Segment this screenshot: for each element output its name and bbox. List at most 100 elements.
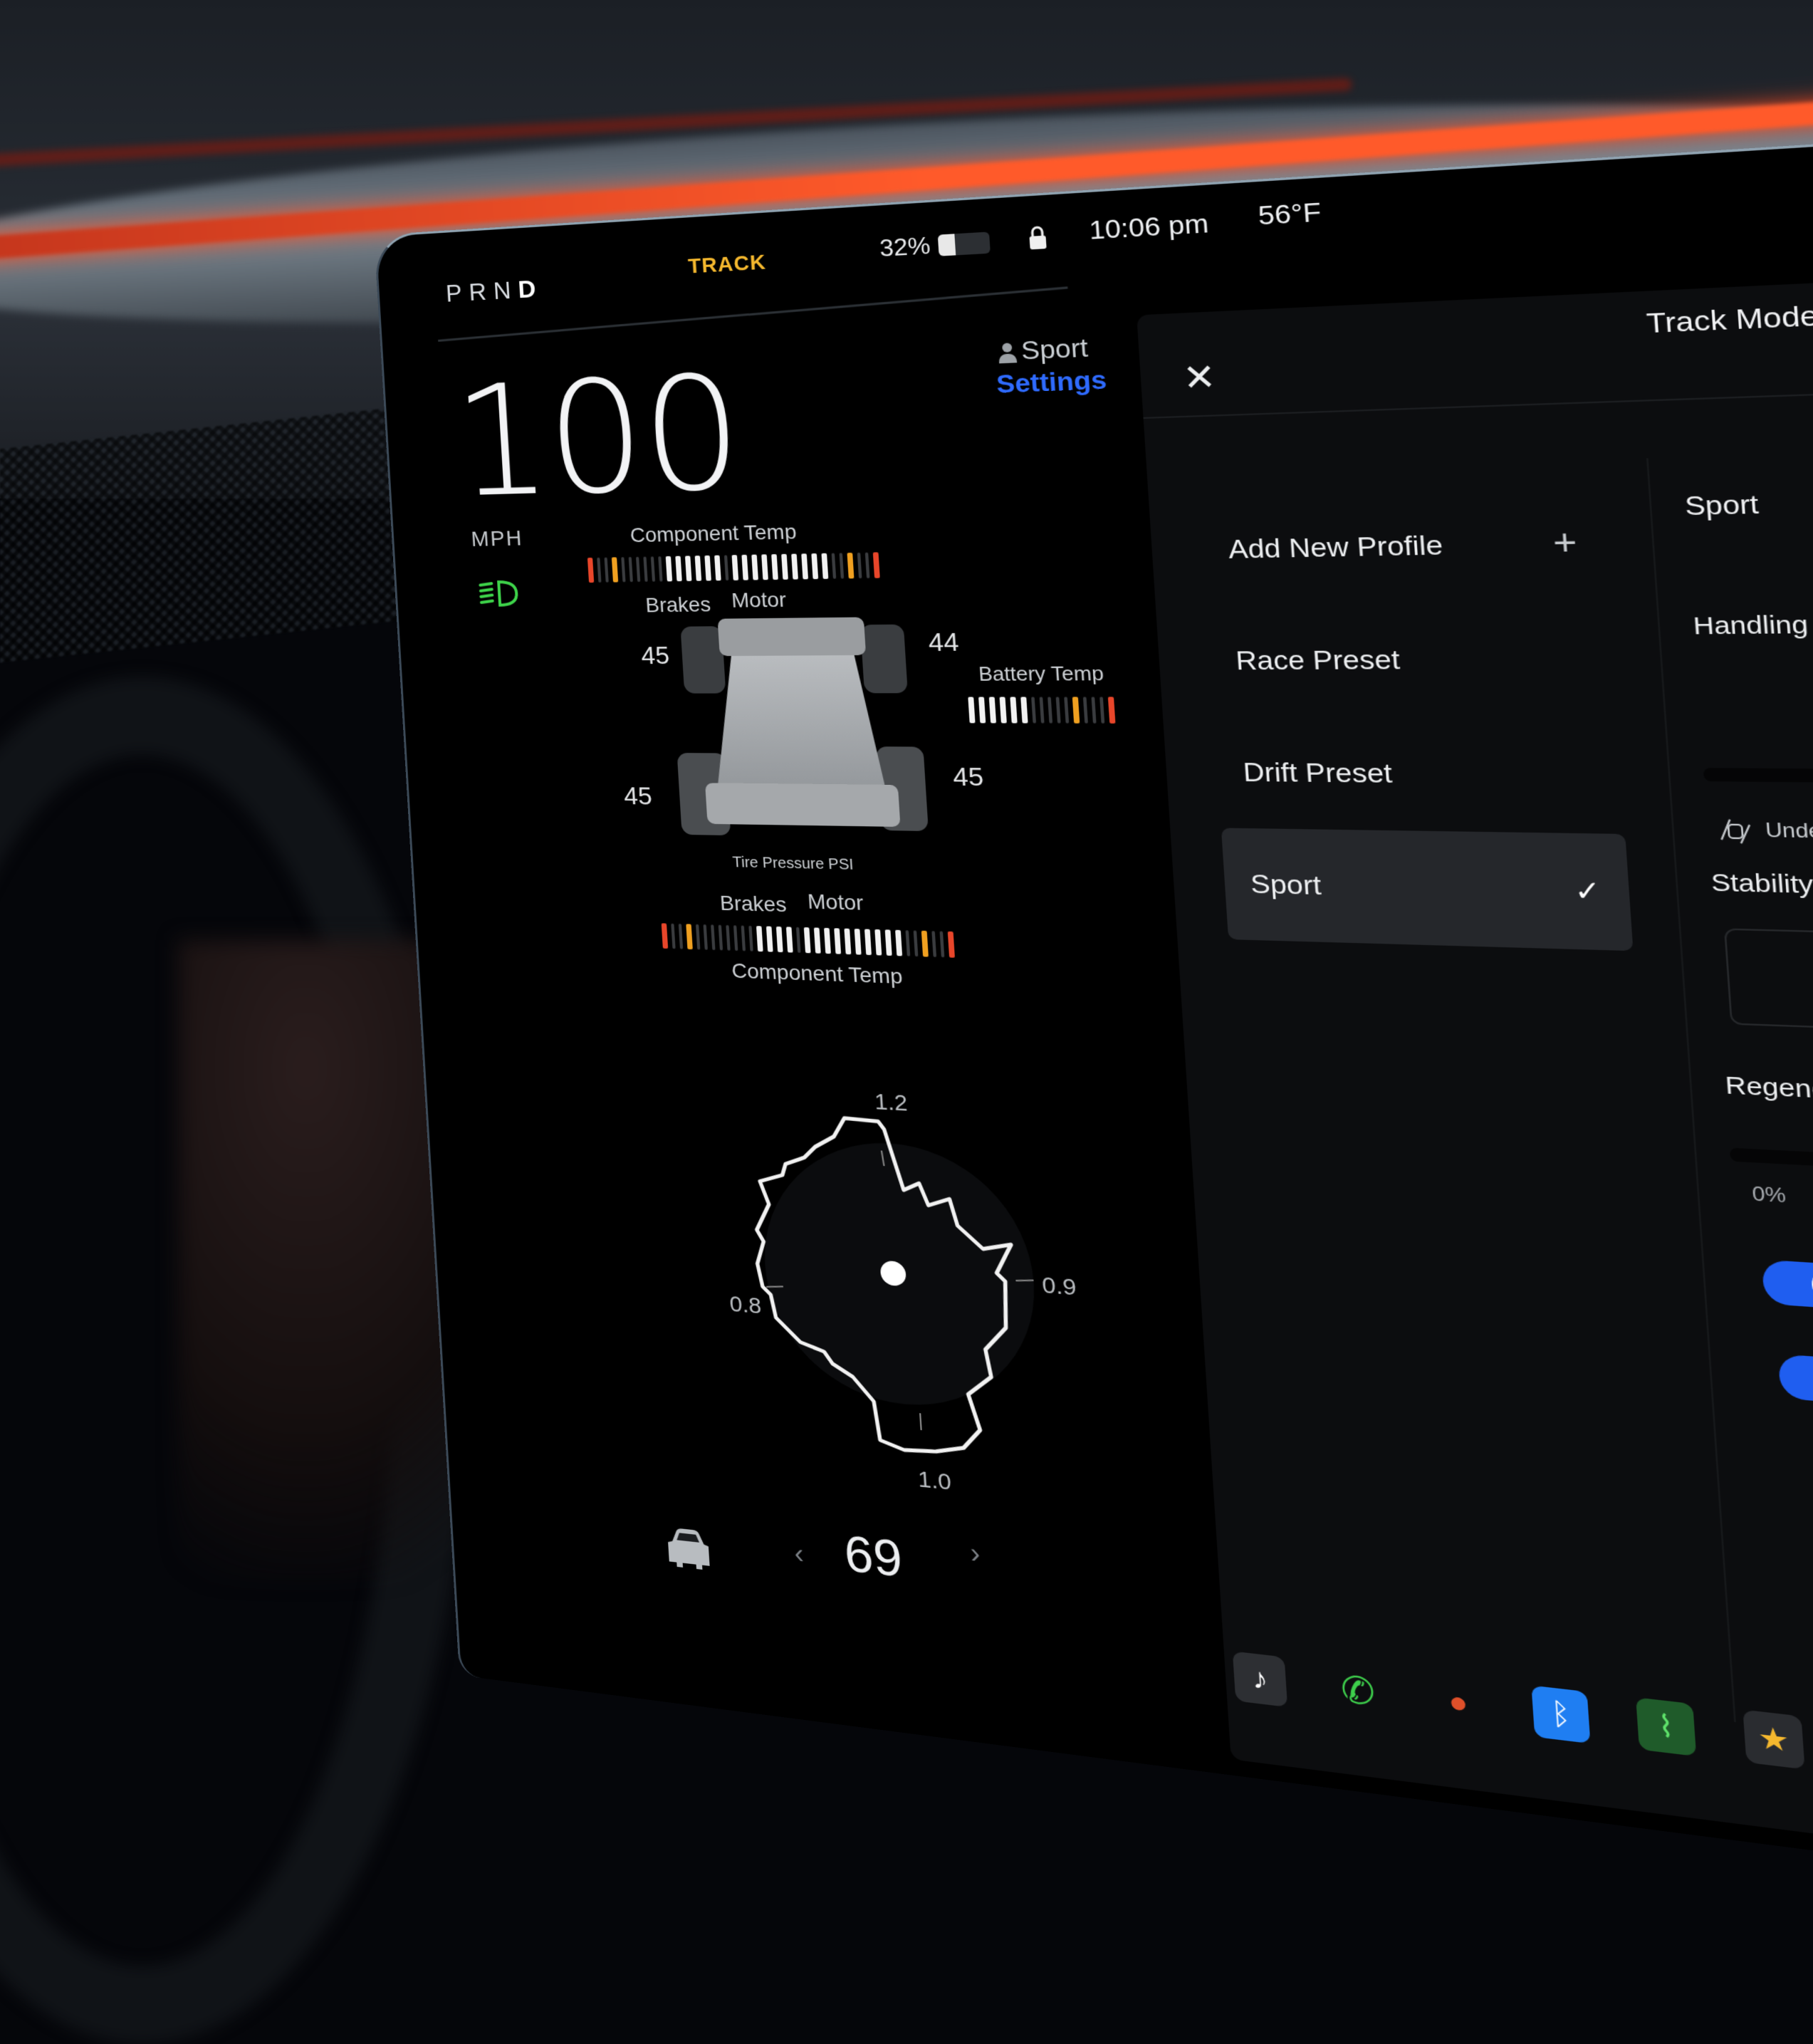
battery-percent: 32% <box>879 231 931 262</box>
temp-tick <box>704 555 711 581</box>
temp-tick <box>1031 697 1037 724</box>
stability-assist-label: Stability Assist <box>1710 869 1813 901</box>
driver-profile[interactable]: Sport <box>998 333 1090 367</box>
temp-tick <box>874 929 882 956</box>
temp-tick <box>844 928 852 955</box>
understeer-indicator: Understeer <box>1716 814 1813 849</box>
component-temp-bar-rear <box>661 923 955 958</box>
regen-braking-slider[interactable] <box>1729 1147 1813 1188</box>
temp-tick <box>864 552 870 579</box>
bluetooth-icon[interactable]: ᛒ <box>1531 1685 1591 1744</box>
profile-race-preset[interactable]: Race Preset <box>1206 600 1617 717</box>
temp-tick <box>968 697 976 724</box>
temp-tick <box>795 927 801 953</box>
detail-profile-name: Sport <box>1683 489 1760 521</box>
temp-tick <box>733 925 738 951</box>
temp-tick <box>947 931 955 958</box>
profile-sport[interactable]: Sport ✓ <box>1221 828 1634 951</box>
battery-temp-title: Battery Temp <box>978 661 1104 686</box>
temp-tick <box>695 924 701 950</box>
car-icon[interactable] <box>661 1523 716 1574</box>
temp-tick <box>611 557 619 583</box>
temp-tick <box>1082 697 1088 724</box>
temp-tick <box>864 929 872 956</box>
temp-tick <box>604 557 609 583</box>
gear-d-active[interactable]: D <box>517 275 543 304</box>
toybox-icon[interactable]: ★ <box>1743 1709 1805 1770</box>
checkmark-icon: ✓ <box>1573 875 1602 908</box>
add-new-profile-button[interactable]: Add New Profile + <box>1199 484 1609 605</box>
g-force-right-label: 0.9 <box>1041 1272 1077 1301</box>
tire-pressure-label: Tire Pressure PSI <box>732 854 855 874</box>
profile-list: Add New Profile + Race Preset Drift Pres… <box>1199 484 1634 951</box>
temp-tick <box>821 553 829 579</box>
temp-tick <box>872 552 880 578</box>
temp-tick <box>1091 697 1097 724</box>
tire-pressure-rear-right: 45 <box>951 762 985 792</box>
tick-bottom <box>920 1413 921 1430</box>
temp-tick <box>621 557 626 583</box>
settings-link[interactable]: Settings <box>996 365 1107 400</box>
temp-tick <box>678 923 684 949</box>
temp-tick <box>726 924 731 951</box>
toggle-1[interactable] <box>1761 1259 1813 1310</box>
temp-tick <box>650 556 656 582</box>
temp-tick <box>741 554 749 580</box>
temp-tick <box>771 554 778 580</box>
temp-tick <box>1020 697 1028 724</box>
handling-balance-slider[interactable] <box>1703 768 1813 786</box>
front-subframe <box>717 617 867 657</box>
temp-tick <box>913 930 919 957</box>
speed-limit-increase[interactable]: › <box>969 1537 981 1570</box>
low-beam-headlight-icon <box>477 578 521 610</box>
tire-front-right <box>860 624 908 694</box>
temp-tick <box>741 925 746 951</box>
temp-tick <box>751 554 758 580</box>
temp-tick <box>847 553 855 579</box>
energy-graph-icon[interactable]: ⌇ <box>1636 1697 1697 1757</box>
g-force-bottom-label: 1.0 <box>916 1466 952 1496</box>
temp-tick <box>857 552 862 579</box>
music-icon[interactable]: ♪ <box>1232 1651 1288 1708</box>
speed-limit-value: 69 <box>842 1524 904 1588</box>
temp-tick <box>775 926 783 953</box>
temp-tick <box>978 697 986 724</box>
temp-tick <box>831 553 837 579</box>
temp-tick <box>731 555 739 580</box>
temp-tick <box>703 924 708 950</box>
speed-limit-decrease[interactable]: ‹ <box>793 1538 805 1570</box>
temp-tick <box>988 697 997 724</box>
toggle-2[interactable] <box>1777 1353 1813 1406</box>
brakes-label-rear: Brakes <box>719 891 788 917</box>
temp-tick <box>785 927 793 953</box>
temp-tick <box>839 553 845 579</box>
temp-tick <box>1064 697 1070 724</box>
joystick-icon[interactable]: ● <box>1429 1674 1487 1731</box>
speed-readout: 100 <box>449 341 746 532</box>
tire-pressure-front-right: 44 <box>927 627 960 657</box>
temp-tick <box>854 929 862 955</box>
temp-tick <box>834 928 842 954</box>
temp-tick <box>675 556 682 582</box>
lock-icon[interactable] <box>1027 224 1048 250</box>
temp-tick <box>723 555 729 581</box>
gear-n[interactable]: N <box>493 276 519 306</box>
tire-pressure-front-left: 45 <box>640 641 671 670</box>
close-icon[interactable]: ✕ <box>1181 355 1217 400</box>
regen-braking-label: Regenerative Braking <box>1724 1071 1813 1112</box>
temp-tick <box>781 553 788 580</box>
temp-tick <box>671 923 676 949</box>
temp-tick <box>756 926 763 952</box>
gear-r[interactable]: R <box>468 278 494 306</box>
battery-icon <box>937 231 991 256</box>
gear-selector[interactable]: PRND <box>445 275 544 308</box>
temp-tick <box>921 930 929 957</box>
profile-drift-preset[interactable]: Drift Preset <box>1214 716 1626 834</box>
touchscreen: PRND TRACK 32% 10:06 pm 56°F Sport Setti… <box>374 114 1813 1929</box>
phone-icon[interactable]: ✆ <box>1329 1662 1386 1719</box>
understeer-label: Understeer <box>1765 819 1813 844</box>
profile-label: Drift Preset <box>1242 756 1394 789</box>
gear-p[interactable]: P <box>445 279 470 308</box>
stability-assist-off-button[interactable]: Off <box>1723 928 1813 1041</box>
carbon-fiber-trim <box>0 405 413 663</box>
